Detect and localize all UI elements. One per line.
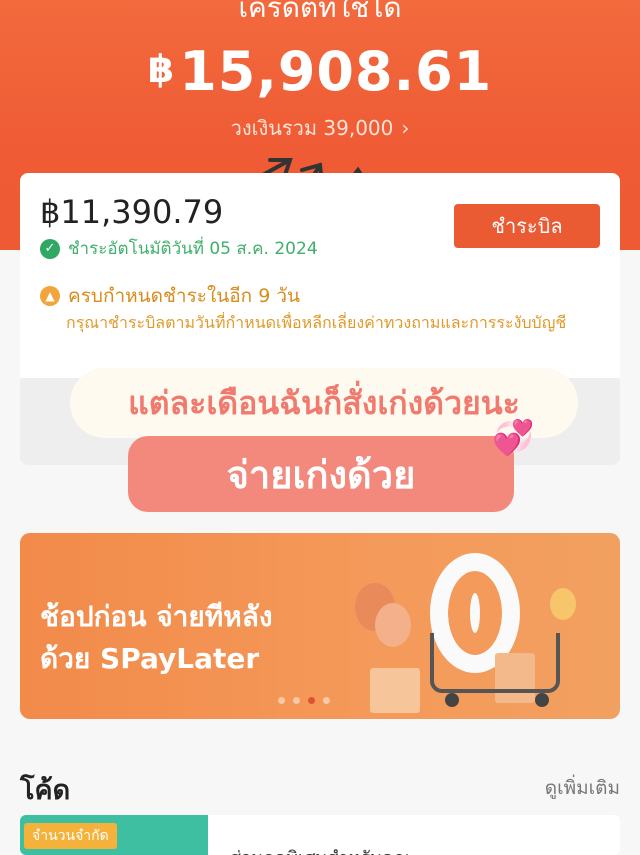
carousel-dot[interactable] <box>278 697 285 704</box>
limited-badge: จำนวนจำกัด <box>24 823 117 849</box>
heart-icon: 💞 <box>492 418 535 458</box>
voucher-title: ส่วนลดพิเศษสำหรับคุณ <box>230 843 410 855</box>
balloon-icon <box>550 588 576 620</box>
pay-bill-button[interactable]: ชำระบิล <box>454 204 600 248</box>
see-more-link[interactable]: ดูเพิ่มเติม <box>545 773 620 803</box>
sticker-caption-2: จ่ายเก่งด้วย <box>128 436 514 512</box>
banner-subheadline: ด้วย SPayLater <box>40 642 260 675</box>
due-title: ครบกำหนดชำระในอีก 9 วัน <box>68 285 300 307</box>
available-credit-title: เครดิตที่ใช้ได้ <box>238 0 402 24</box>
total-limit-text: วงเงินรวม 39,000 <box>230 116 394 140</box>
cart-wheel-icon <box>535 693 549 707</box>
available-credit-amount: ฿15,908.61 <box>0 40 640 103</box>
autopay-status: ✓ ชำระอัตโนมัติวันที่ 05 ส.ค. 2024 <box>40 235 318 262</box>
carousel-dots <box>278 697 330 704</box>
due-notice: ▲ ครบกำหนดชำระในอีก 9 วัน <box>40 281 300 311</box>
chevron-right-icon: › <box>401 116 410 140</box>
shopping-bag-icon <box>370 668 420 713</box>
spaylater-banner[interactable]: ช้อปก่อน จ่ายทีหลัง ด้วย SPayLater <box>20 533 620 719</box>
cart-wheel-icon <box>445 693 459 707</box>
check-circle-icon: ✓ <box>40 238 60 259</box>
carousel-dot-active[interactable] <box>308 697 315 704</box>
voucher-card[interactable]: จำนวนจำกัด ส่วนลดพิเศษสำหรับคุณ <box>20 815 620 855</box>
banner-headline: ช้อปก่อน จ่ายทีหลัง <box>40 600 273 633</box>
bell-icon: ▲ <box>40 286 60 306</box>
carousel-dot[interactable] <box>293 697 300 704</box>
due-description: กรุณาชำระบิลตามวันที่กำหนดเพื่อหลีกเลี่ย… <box>66 313 567 332</box>
currency-symbol: ฿ <box>147 47 176 91</box>
bill-amount: ฿11,390.79 <box>40 193 224 231</box>
shopping-cart-icon <box>430 633 560 693</box>
credit-value: 15,908.61 <box>179 40 493 103</box>
balloon-icon <box>375 603 411 647</box>
codes-section-title: โค้ด <box>20 775 71 806</box>
carousel-dot[interactable] <box>323 697 330 704</box>
autopay-text: ชำระอัตโนมัติวันที่ 05 ส.ค. 2024 <box>68 239 318 259</box>
